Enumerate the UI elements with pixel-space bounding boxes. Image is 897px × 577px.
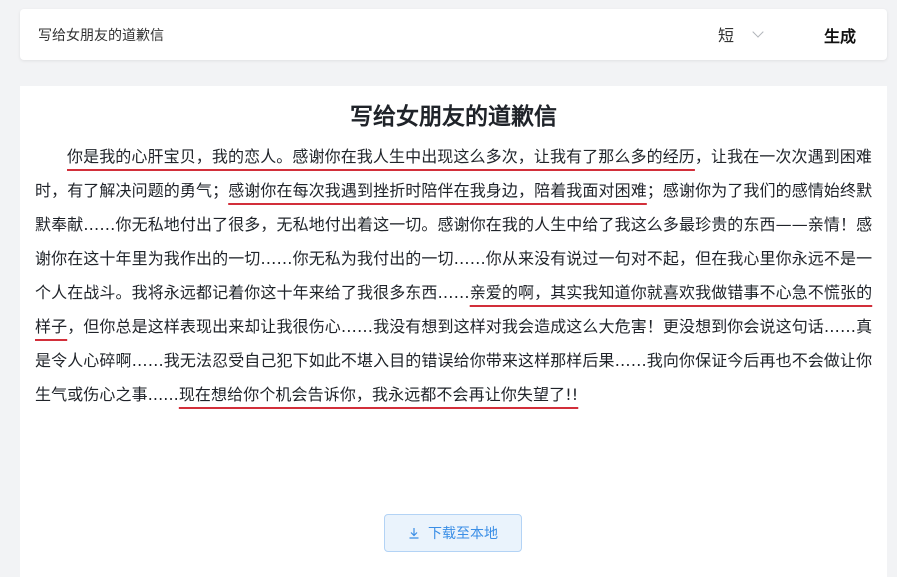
chevron-down-icon: [752, 25, 764, 38]
download-button[interactable]: 下载至本地: [384, 514, 522, 552]
length-select-value: 短: [718, 26, 735, 45]
letter-card: 写给女朋友的道歉信 你是我的心肝宝贝，我的恋人。感谢你在我人生中出现这么多次，让…: [20, 86, 887, 577]
download-label: 下载至本地: [428, 526, 498, 542]
highlighted-sentence: 现在想给你个机会告诉你，我永远都不会再让你失望了!!: [178, 385, 579, 404]
generate-button[interactable]: 生成: [810, 22, 870, 48]
prompt-input[interactable]: [38, 24, 638, 46]
highlighted-sentence: 你是我的心肝宝贝，我的恋人。感谢你在我人生中出现这么多次，让我有了那么多的经历: [67, 147, 695, 166]
highlighted-sentence: 感谢你在每次我遇到挫折时陪伴在我身边，陪着我面对困难: [228, 181, 647, 200]
top-toolbar: 短 生成: [20, 9, 887, 60]
length-select[interactable]: 短: [718, 21, 788, 47]
letter-title: 写给女朋友的道歉信: [350, 104, 557, 130]
letter-body: 你是我的心肝宝贝，我的恋人。感谢你在我人生中出现这么多次，让我有了那么多的经历，…: [35, 140, 877, 412]
download-icon: [409, 528, 419, 539]
